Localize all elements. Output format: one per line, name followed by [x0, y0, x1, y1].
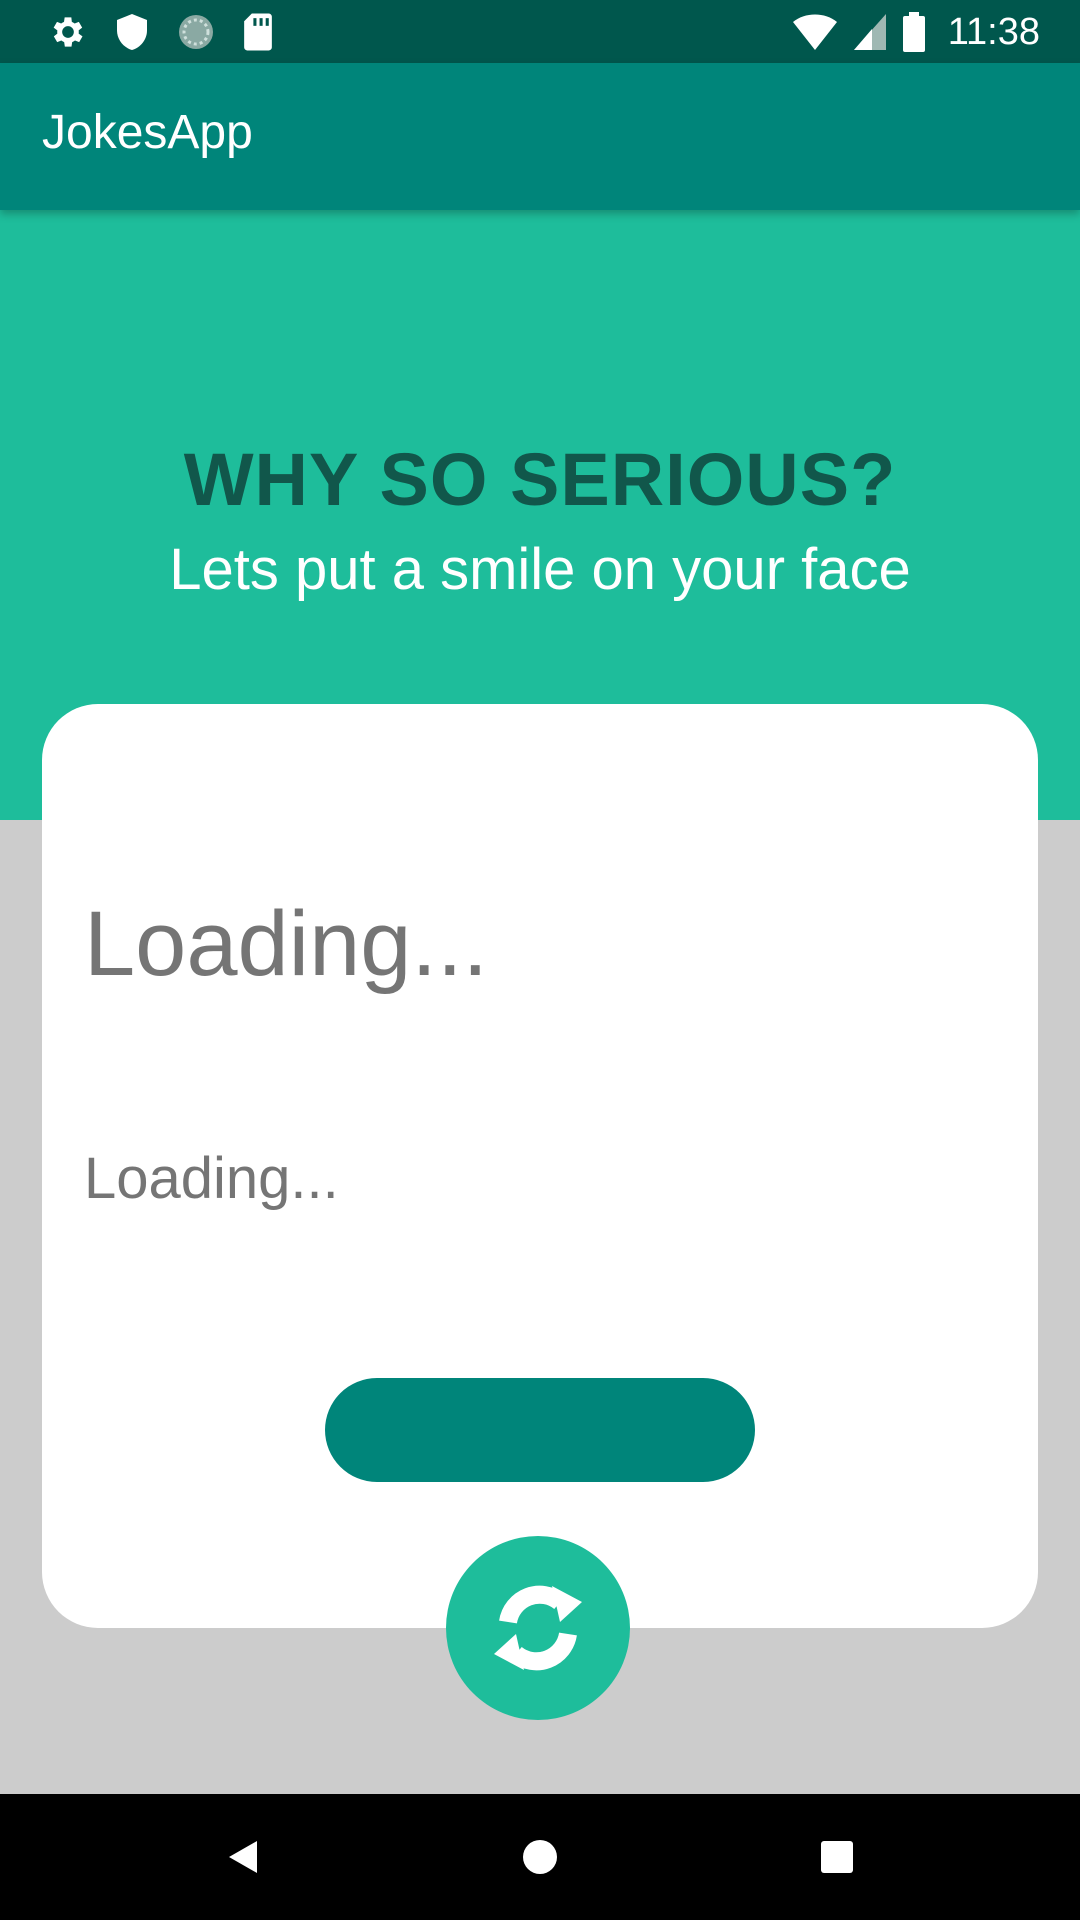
screen: 11:38 JokesApp WHY SO SERIOUS? Lets put …	[0, 0, 1080, 1920]
battery-icon	[902, 12, 926, 52]
sync-progress-icon	[176, 12, 216, 52]
app-title: JokesApp	[42, 106, 253, 159]
recents-icon	[817, 1837, 857, 1877]
refresh-button[interactable]	[446, 1536, 630, 1720]
wifi-icon	[792, 12, 838, 52]
nav-home-button[interactable]	[507, 1824, 573, 1890]
back-icon	[223, 1837, 263, 1877]
system-nav-bar	[0, 1794, 1080, 1920]
status-time: 11:38	[947, 10, 1040, 53]
joke-punchline-text: Loading...	[84, 1146, 339, 1211]
status-bar: 11:38	[0, 0, 1080, 63]
joke-card: Loading... Loading...	[42, 704, 1038, 1628]
sd-card-icon	[242, 12, 274, 52]
status-left-icons	[48, 12, 274, 52]
shield-icon	[114, 12, 150, 52]
settings-icon	[48, 12, 88, 52]
joke-setup-text: Loading...	[84, 893, 489, 995]
app-bar: JokesApp	[0, 63, 1080, 210]
home-icon	[520, 1837, 560, 1877]
reveal-punchline-button[interactable]	[325, 1378, 755, 1482]
nav-back-button[interactable]	[210, 1824, 276, 1890]
refresh-icon	[468, 1558, 608, 1698]
cell-signal-icon	[852, 12, 888, 52]
hero-heading: WHY SO SERIOUS?	[183, 438, 897, 521]
hero-subheading: Lets put a smile on your face	[169, 537, 911, 602]
nav-recents-button[interactable]	[804, 1824, 870, 1890]
status-right-icons: 11:38	[792, 10, 1040, 54]
